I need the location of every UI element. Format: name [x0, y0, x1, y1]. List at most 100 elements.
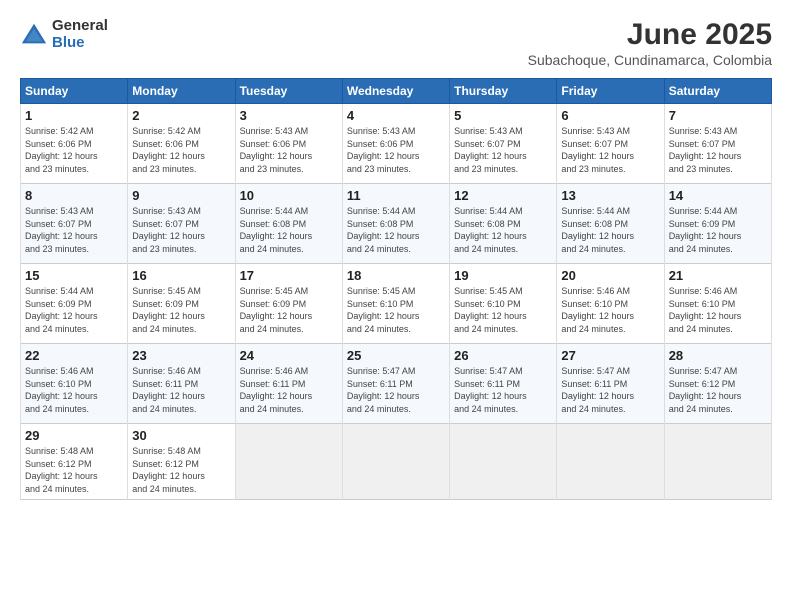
- calendar-cell: 14 Sunrise: 5:44 AM Sunset: 6:09 PM Dayli…: [664, 184, 771, 264]
- calendar-cell: [664, 424, 771, 500]
- day-info: Sunrise: 5:43 AM Sunset: 6:07 PM Dayligh…: [669, 125, 767, 175]
- calendar-cell: [235, 424, 342, 500]
- day-number: 8: [25, 188, 123, 203]
- day-info: Sunrise: 5:46 AM Sunset: 6:11 PM Dayligh…: [240, 365, 338, 415]
- calendar-cell: 16Sunrise: 5:45 AM Sunset: 6:09 PM Dayli…: [128, 264, 235, 344]
- logo-icon: [20, 21, 48, 49]
- calendar-cell: 9Sunrise: 5:43 AM Sunset: 6:07 PM Daylig…: [128, 184, 235, 264]
- day-number: 2: [132, 108, 230, 123]
- logo: General Blue: [20, 18, 108, 51]
- day-number: 22: [25, 348, 123, 363]
- day-info: Sunrise: 5:48 AM Sunset: 6:12 PM Dayligh…: [25, 445, 123, 495]
- calendar-cell: [342, 424, 449, 500]
- calendar-cell: 15 Sunrise: 5:44 AM Sunset: 6:09 PM Dayli…: [21, 264, 128, 344]
- calendar-cell: 18Sunrise: 5:45 AM Sunset: 6:10 PM Dayli…: [342, 264, 449, 344]
- calendar-cell: 1 Sunrise: 5:42 AM Sunset: 6:06 PM Daylig…: [21, 104, 128, 184]
- calendar-cell: 22 Sunrise: 5:46 AM Sunset: 6:10 PM Dayli…: [21, 344, 128, 424]
- day-info: Sunrise: 5:44 AM Sunset: 6:08 PM Dayligh…: [561, 205, 659, 255]
- logo-blue-text: Blue: [52, 35, 108, 52]
- day-number: 14: [669, 188, 767, 203]
- calendar-cell: 25 Sunrise: 5:47 AM Sunset: 6:11 PM Dayli…: [342, 344, 449, 424]
- day-number: 15: [25, 268, 123, 283]
- calendar-cell: 17Sunrise: 5:45 AM Sunset: 6:09 PM Dayli…: [235, 264, 342, 344]
- day-number: 7: [669, 108, 767, 123]
- day-info: Sunrise: 5:42 AM Sunset: 6:06 PM Dayligh…: [25, 125, 123, 175]
- day-info: Sunrise: 5:43 AM Sunset: 6:07 PM Dayligh…: [132, 205, 230, 255]
- calendar-cell: 5 Sunrise: 5:43 AM Sunset: 6:07 PM Daylig…: [450, 104, 557, 184]
- day-number: 21: [669, 268, 767, 283]
- day-info: Sunrise: 5:45 AM Sunset: 6:10 PM Dayligh…: [347, 285, 445, 335]
- calendar-cell: 29Sunrise: 5:48 AM Sunset: 6:12 PM Dayli…: [21, 424, 128, 500]
- calendar-cell: 19Sunrise: 5:45 AM Sunset: 6:10 PM Dayli…: [450, 264, 557, 344]
- calendar-cell: 10 Sunrise: 5:44 AM Sunset: 6:08 PM Dayli…: [235, 184, 342, 264]
- calendar-cell: 12 Sunrise: 5:44 AM Sunset: 6:08 PM Dayli…: [450, 184, 557, 264]
- day-number: 1: [25, 108, 123, 123]
- day-info: Sunrise: 5:43 AM Sunset: 6:06 PM Dayligh…: [240, 125, 338, 175]
- logo-text: General Blue: [52, 18, 108, 51]
- day-number: 24: [240, 348, 338, 363]
- calendar-cell: 26 Sunrise: 5:47 AM Sunset: 6:11 PM Dayli…: [450, 344, 557, 424]
- day-info: Sunrise: 5:44 AM Sunset: 6:08 PM Dayligh…: [240, 205, 338, 255]
- header-row: Sunday Monday Tuesday Wednesday Thursday…: [21, 79, 772, 104]
- day-info: Sunrise: 5:46 AM Sunset: 6:10 PM Dayligh…: [25, 365, 123, 415]
- calendar-cell: 21 Sunrise: 5:46 AM Sunset: 6:10 PM Dayli…: [664, 264, 771, 344]
- calendar-cell: 7 Sunrise: 5:43 AM Sunset: 6:07 PM Daylig…: [664, 104, 771, 184]
- day-number: 10: [240, 188, 338, 203]
- day-number: 12: [454, 188, 552, 203]
- day-info: Sunrise: 5:47 AM Sunset: 6:11 PM Dayligh…: [347, 365, 445, 415]
- day-info: Sunrise: 5:46 AM Sunset: 6:10 PM Dayligh…: [561, 285, 659, 335]
- day-info: Sunrise: 5:42 AM Sunset: 6:06 PM Dayligh…: [132, 125, 230, 175]
- day-number: 4: [347, 108, 445, 123]
- day-number: 19: [454, 268, 552, 283]
- day-info: Sunrise: 5:47 AM Sunset: 6:11 PM Dayligh…: [454, 365, 552, 415]
- day-info: Sunrise: 5:44 AM Sunset: 6:09 PM Dayligh…: [25, 285, 123, 335]
- calendar-table: Sunday Monday Tuesday Wednesday Thursday…: [20, 78, 772, 500]
- page: General Blue June 2025 Subachoque, Cundi…: [0, 0, 792, 612]
- day-info: Sunrise: 5:44 AM Sunset: 6:08 PM Dayligh…: [454, 205, 552, 255]
- header-saturday: Saturday: [664, 79, 771, 104]
- header-monday: Monday: [128, 79, 235, 104]
- day-info: Sunrise: 5:46 AM Sunset: 6:11 PM Dayligh…: [132, 365, 230, 415]
- day-info: Sunrise: 5:43 AM Sunset: 6:07 PM Dayligh…: [561, 125, 659, 175]
- calendar-cell: 27Sunrise: 5:47 AM Sunset: 6:11 PM Dayli…: [557, 344, 664, 424]
- day-number: 28: [669, 348, 767, 363]
- day-number: 23: [132, 348, 230, 363]
- calendar-cell: 30 Sunrise: 5:48 AM Sunset: 6:12 PM Dayli…: [128, 424, 235, 500]
- calendar-title: June 2025: [528, 18, 772, 52]
- day-info: Sunrise: 5:47 AM Sunset: 6:12 PM Dayligh…: [669, 365, 767, 415]
- calendar-header: Sunday Monday Tuesday Wednesday Thursday…: [21, 79, 772, 104]
- day-info: Sunrise: 5:43 AM Sunset: 6:07 PM Dayligh…: [25, 205, 123, 255]
- header: General Blue June 2025 Subachoque, Cundi…: [20, 18, 772, 68]
- day-number: 5: [454, 108, 552, 123]
- day-number: 25: [347, 348, 445, 363]
- day-number: 11: [347, 188, 445, 203]
- day-info: Sunrise: 5:46 AM Sunset: 6:10 PM Dayligh…: [669, 285, 767, 335]
- day-number: 30: [132, 428, 230, 443]
- day-info: Sunrise: 5:44 AM Sunset: 6:08 PM Dayligh…: [347, 205, 445, 255]
- day-number: 27: [561, 348, 659, 363]
- header-wednesday: Wednesday: [342, 79, 449, 104]
- calendar-cell: 8 Sunrise: 5:43 AM Sunset: 6:07 PM Daylig…: [21, 184, 128, 264]
- day-info: Sunrise: 5:43 AM Sunset: 6:06 PM Dayligh…: [347, 125, 445, 175]
- day-info: Sunrise: 5:45 AM Sunset: 6:09 PM Dayligh…: [240, 285, 338, 335]
- logo-general-text: General: [52, 18, 108, 35]
- calendar-week-2: 8 Sunrise: 5:43 AM Sunset: 6:07 PM Daylig…: [21, 184, 772, 264]
- calendar-week-1: 1 Sunrise: 5:42 AM Sunset: 6:06 PM Daylig…: [21, 104, 772, 184]
- day-number: 6: [561, 108, 659, 123]
- calendar-subtitle: Subachoque, Cundinamarca, Colombia: [528, 52, 772, 68]
- title-block: June 2025 Subachoque, Cundinamarca, Colo…: [528, 18, 772, 68]
- header-thursday: Thursday: [450, 79, 557, 104]
- day-info: Sunrise: 5:45 AM Sunset: 6:09 PM Dayligh…: [132, 285, 230, 335]
- calendar-week-4: 22 Sunrise: 5:46 AM Sunset: 6:10 PM Dayli…: [21, 344, 772, 424]
- calendar-week-3: 15 Sunrise: 5:44 AM Sunset: 6:09 PM Dayli…: [21, 264, 772, 344]
- header-sunday: Sunday: [21, 79, 128, 104]
- day-number: 26: [454, 348, 552, 363]
- calendar-cell: 24 Sunrise: 5:46 AM Sunset: 6:11 PM Dayli…: [235, 344, 342, 424]
- calendar-cell: 11 Sunrise: 5:44 AM Sunset: 6:08 PM Dayli…: [342, 184, 449, 264]
- calendar-cell: [557, 424, 664, 500]
- day-info: Sunrise: 5:43 AM Sunset: 6:07 PM Dayligh…: [454, 125, 552, 175]
- calendar-cell: 13Sunrise: 5:44 AM Sunset: 6:08 PM Dayli…: [557, 184, 664, 264]
- day-info: Sunrise: 5:44 AM Sunset: 6:09 PM Dayligh…: [669, 205, 767, 255]
- day-info: Sunrise: 5:48 AM Sunset: 6:12 PM Dayligh…: [132, 445, 230, 495]
- calendar-cell: 6 Sunrise: 5:43 AM Sunset: 6:07 PM Daylig…: [557, 104, 664, 184]
